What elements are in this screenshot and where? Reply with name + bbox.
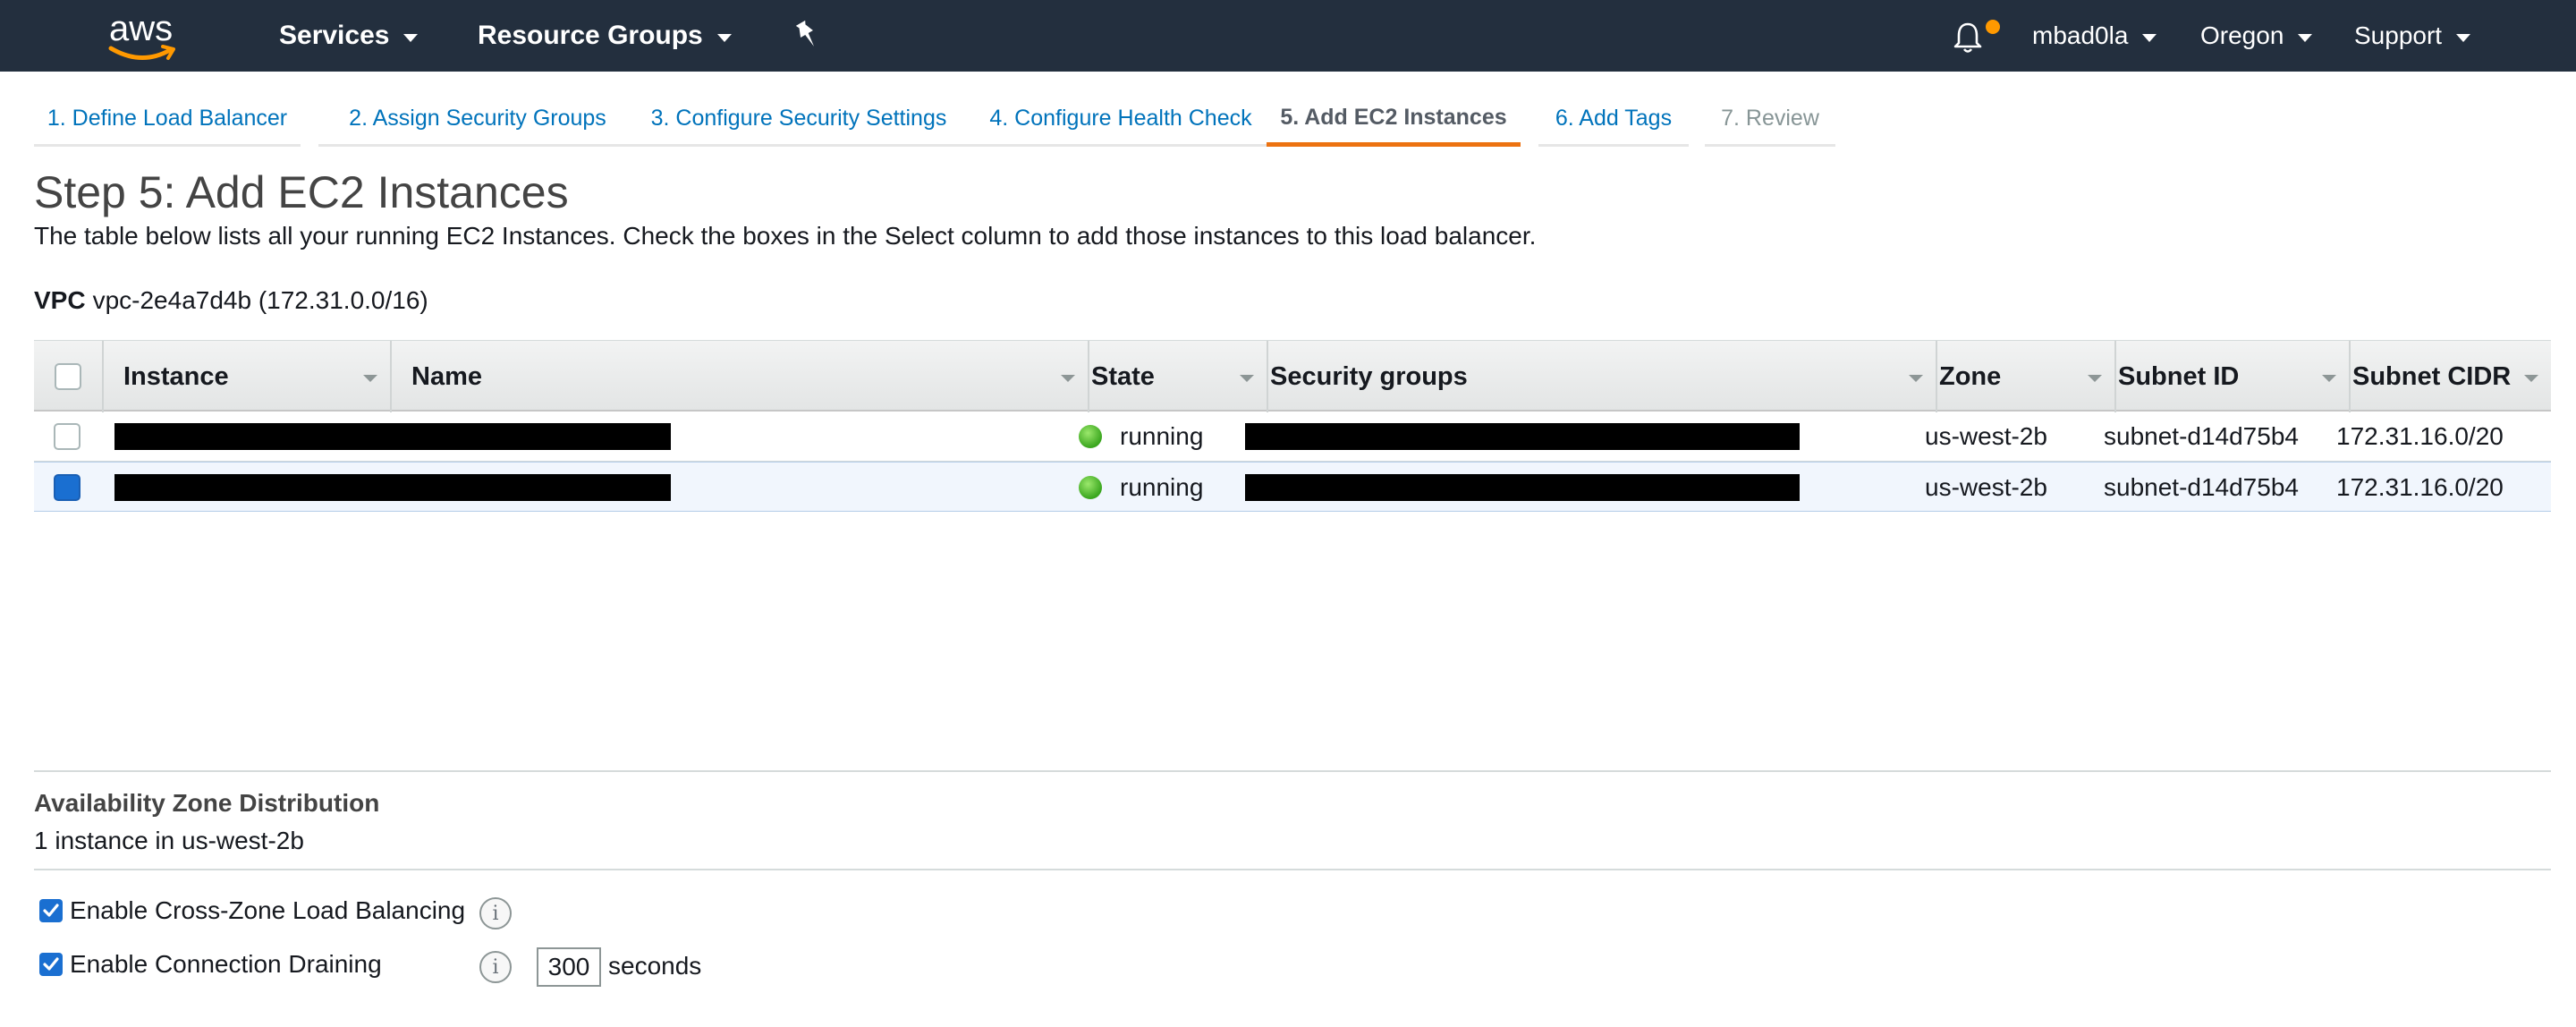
support-label: Support xyxy=(2354,21,2443,49)
redacted-security-groups xyxy=(1245,474,1800,501)
instances-table: Instance Name State Security groups Zone… xyxy=(34,340,2551,512)
column-header-security-groups[interactable]: Security groups xyxy=(1250,341,1937,412)
table-header: Instance Name State Security groups Zone… xyxy=(34,340,2551,412)
account-menu[interactable]: mbad0la xyxy=(2032,0,2157,72)
column-header-instance[interactable]: Instance xyxy=(104,341,392,412)
row-select-cell xyxy=(54,463,80,513)
subnet-cidr-cell: 172.31.16.0/20 xyxy=(2336,473,2504,501)
bell-icon[interactable] xyxy=(1950,20,1986,55)
checkmark-icon xyxy=(43,957,59,971)
row-select-checkbox[interactable] xyxy=(54,474,80,501)
checkmark-icon xyxy=(43,904,59,917)
az-distribution-title: Availability Zone Distribution xyxy=(34,789,380,817)
chevron-down-icon xyxy=(403,33,419,42)
page-title: Step 5: Add EC2 Instances xyxy=(34,167,569,217)
table-row[interactable]: running us-west-2b subnet-d14d75b4 172.3… xyxy=(34,462,2551,512)
column-label: Zone xyxy=(1939,361,2002,391)
chevron-down-icon xyxy=(2142,33,2157,42)
tab-add-ec2-instances[interactable]: 5. Add EC2 Instances xyxy=(1267,93,1521,147)
subnet-id-cell: subnet-d14d75b4 xyxy=(2104,422,2299,450)
column-label: State xyxy=(1091,361,1155,391)
tab-review: 7. Review xyxy=(1705,93,1835,147)
zone-cell: us-west-2b xyxy=(1925,422,2047,450)
select-all-header xyxy=(34,341,104,412)
aws-smile-icon xyxy=(108,45,175,60)
chevron-down-icon xyxy=(2298,33,2313,42)
cross-zone-checkbox[interactable] xyxy=(39,899,63,922)
state-cell: running xyxy=(1079,463,1203,513)
region-menu[interactable]: Oregon xyxy=(2200,0,2313,72)
connection-draining-label: Enable Connection Draining xyxy=(70,950,382,978)
tab-add-tags[interactable]: 6. Add Tags xyxy=(1538,93,1689,147)
page-description: The table below lists all your running E… xyxy=(34,222,1537,250)
vpc-label: VPC xyxy=(34,286,86,314)
info-icon[interactable]: i xyxy=(479,897,512,929)
resource-groups-label: Resource Groups xyxy=(478,21,703,50)
column-header-state[interactable]: State xyxy=(1072,341,1268,412)
connection-draining-checkbox[interactable] xyxy=(39,953,63,976)
redacted-instance-and-name xyxy=(114,423,671,450)
column-header-name[interactable]: Name xyxy=(392,341,1089,412)
services-menu[interactable]: Services xyxy=(279,0,419,72)
column-label: Name xyxy=(411,361,482,391)
sort-icon xyxy=(2524,375,2538,382)
support-menu[interactable]: Support xyxy=(2354,0,2471,72)
row-select-cell xyxy=(54,412,80,462)
redacted-instance-and-name xyxy=(114,474,671,501)
aws-logo[interactable]: aws xyxy=(104,7,186,64)
tab-define-load-balancer[interactable]: 1. Define Load Balancer xyxy=(34,93,301,147)
vpc-info: VPC vpc-2e4a7d4b (172.31.0.0/16) xyxy=(34,286,428,315)
row-select-checkbox[interactable] xyxy=(54,423,80,450)
az-distribution-value: 1 instance in us-west-2b xyxy=(34,827,304,854)
top-navigation-bar: aws Services Resource Groups mbad0la Ore… xyxy=(0,0,2576,72)
chevron-down-icon xyxy=(2456,33,2471,42)
divider xyxy=(34,869,2551,870)
services-label: Services xyxy=(279,21,390,50)
column-label: Subnet ID xyxy=(2118,361,2240,391)
notification-dot xyxy=(1986,20,2000,34)
state-cell: running xyxy=(1079,412,1203,462)
state-text: running xyxy=(1120,473,1204,501)
subnet-id-cell: subnet-d14d75b4 xyxy=(2104,473,2299,501)
sort-icon xyxy=(363,375,377,382)
account-username: mbad0la xyxy=(2032,21,2129,49)
subnet-cidr-cell: 172.31.16.0/20 xyxy=(2336,422,2504,450)
connection-draining-option: Enable Connection Draining xyxy=(39,946,382,982)
chevron-down-icon xyxy=(716,33,732,42)
draining-timeout-input[interactable]: 300 xyxy=(537,947,601,987)
table-row[interactable]: running us-west-2b subnet-d14d75b4 172.3… xyxy=(34,412,2551,462)
info-icon[interactable]: i xyxy=(479,951,512,983)
column-label: Subnet CIDR xyxy=(2352,361,2512,391)
state-text: running xyxy=(1120,422,1204,450)
tab-assign-security-groups[interactable]: 2. Assign Security Groups xyxy=(318,93,637,147)
resource-groups-menu[interactable]: Resource Groups xyxy=(478,0,732,72)
vpc-value: vpc-2e4a7d4b (172.31.0.0/16) xyxy=(92,286,428,314)
tab-configure-security-settings[interactable]: 3. Configure Security Settings xyxy=(621,93,977,147)
divider xyxy=(34,770,2551,772)
zone-cell: us-west-2b xyxy=(1925,473,2047,501)
tab-configure-health-check[interactable]: 4. Configure Health Check xyxy=(961,93,1281,147)
column-header-zone[interactable]: Zone xyxy=(1919,341,2116,412)
redacted-security-groups xyxy=(1245,423,1800,450)
region-label: Oregon xyxy=(2200,21,2284,49)
column-label: Instance xyxy=(123,361,229,391)
cross-zone-label: Enable Cross-Zone Load Balancing xyxy=(70,896,466,924)
running-status-icon xyxy=(1079,425,1102,448)
draining-timeout-unit: seconds xyxy=(608,952,702,980)
select-all-checkbox[interactable] xyxy=(55,363,81,390)
column-header-subnet-id[interactable]: Subnet ID xyxy=(2098,341,2351,412)
cross-zone-option: Enable Cross-Zone Load Balancing xyxy=(39,893,465,929)
running-status-icon xyxy=(1079,476,1102,499)
column-label: Security groups xyxy=(1270,361,1468,391)
column-header-subnet-cidr[interactable]: Subnet CIDR xyxy=(2333,341,2551,412)
pin-icon[interactable] xyxy=(792,20,821,52)
